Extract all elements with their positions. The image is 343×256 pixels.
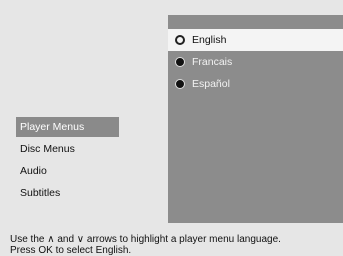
radio-unselected-icon[interactable]: [175, 57, 185, 67]
radio-selected-icon[interactable]: [175, 35, 185, 45]
menu-item-subtitles[interactable]: Subtitles: [16, 183, 119, 203]
menu-item-label: Subtitles: [20, 187, 61, 199]
menu-item-disc-menus[interactable]: Disc Menus: [16, 139, 119, 159]
menu-item-label: Audio: [20, 165, 47, 177]
option-label: English: [192, 34, 227, 46]
menu-item-audio[interactable]: Audio: [16, 161, 119, 181]
help-text: Use the ∧ and ∨ arrows to highlight a pl…: [10, 234, 340, 256]
help-line-2: Press OK to select English.: [10, 245, 132, 256]
help-line-1: Use the ∧ and ∨ arrows to highlight a pl…: [10, 234, 281, 245]
option-espanol[interactable]: Español: [168, 73, 343, 95]
radio-unselected-icon[interactable]: [175, 79, 185, 89]
menu-item-label: Disc Menus: [20, 143, 75, 155]
option-label: Español: [192, 78, 230, 90]
option-label: Francais: [192, 56, 233, 68]
setup-screen: Player Menus Disc Menus Audio Subtitles …: [0, 0, 343, 256]
menu-item-label: Player Menus: [20, 121, 85, 133]
language-options-panel: English Francais Español: [168, 15, 343, 223]
option-francais[interactable]: Francais: [168, 51, 343, 73]
option-english[interactable]: English: [168, 29, 343, 51]
menu-item-player-menus[interactable]: Player Menus: [16, 117, 119, 137]
